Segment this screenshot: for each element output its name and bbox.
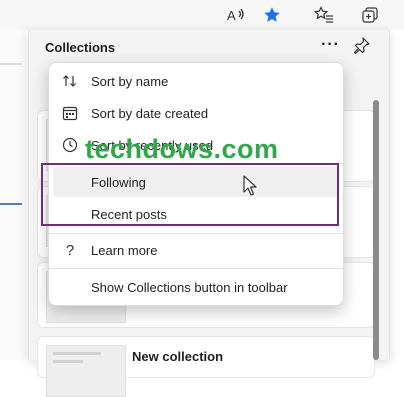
browser-toolbar: A xyxy=(0,0,404,30)
collections-icon[interactable] xyxy=(356,2,384,28)
watermark: techdows.com xyxy=(85,134,279,164)
collection-title: New collection xyxy=(132,349,224,364)
svg-text:A: A xyxy=(227,8,236,23)
menu-separator xyxy=(49,268,343,269)
menu-item-learn-more[interactable]: ? Learn more xyxy=(53,235,339,265)
more-options-button[interactable]: ··· xyxy=(321,37,341,56)
page-background xyxy=(0,30,26,360)
collection-card-new[interactable]: New collection xyxy=(37,336,375,397)
mouse-cursor-icon xyxy=(243,175,259,197)
menu-item-sort-by-name[interactable]: Sort by name xyxy=(53,66,339,96)
question-icon: ? xyxy=(65,241,75,259)
menu-separator xyxy=(49,233,343,234)
highlight-box xyxy=(41,163,339,226)
scrollbar[interactable] xyxy=(373,100,379,360)
pin-icon[interactable] xyxy=(353,36,373,56)
pane-title: Collections xyxy=(45,40,116,55)
divider xyxy=(0,203,22,205)
favorites-list-icon[interactable] xyxy=(310,2,338,28)
sort-icon xyxy=(53,73,87,89)
menu-item-sort-by-date-created[interactable]: Sort by date created xyxy=(53,98,339,128)
menu-item-show-collections-button[interactable]: Show Collections button in toolbar xyxy=(53,272,339,302)
clock-icon xyxy=(53,137,87,153)
calendar-icon xyxy=(53,105,87,121)
divider xyxy=(0,63,22,65)
read-aloud-icon[interactable]: A xyxy=(222,2,250,28)
star-icon[interactable] xyxy=(258,2,286,28)
collection-thumbnail xyxy=(46,345,126,397)
